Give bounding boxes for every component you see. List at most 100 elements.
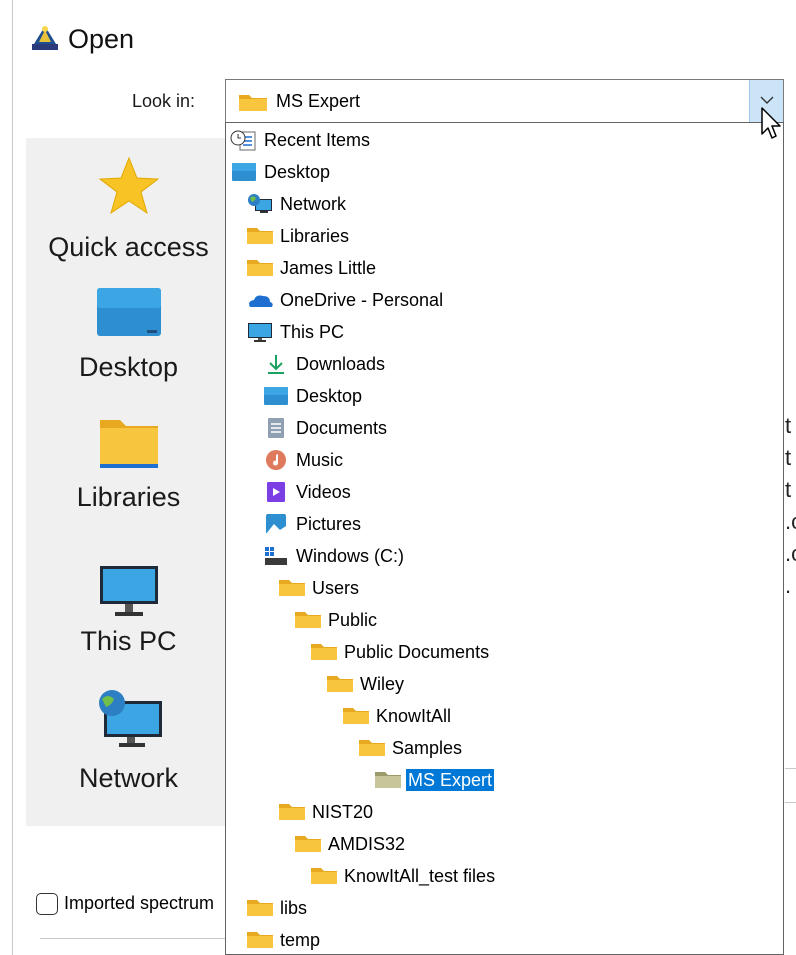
look-in-label: Look in:: [132, 91, 196, 111]
folder-icon: [247, 228, 273, 244]
dropdown-item[interactable]: Documents: [226, 411, 783, 443]
dropdown-item[interactable]: Desktop: [226, 379, 783, 411]
dropdown-item[interactable]: Windows (C:): [226, 539, 783, 571]
chevron-down-icon: [760, 96, 774, 104]
dropdown-item[interactable]: James Little: [226, 251, 783, 283]
dropdown-item-label: Windows (C:): [296, 546, 405, 566]
dropdown-item-label: NIST20: [312, 802, 374, 822]
drive-icon: [265, 547, 287, 565]
dropdown-item[interactable]: Samples: [226, 731, 783, 763]
dropdown-item[interactable]: Libraries: [226, 219, 783, 251]
dropdown-item-label: Videos: [296, 482, 351, 502]
folder-icon: [311, 644, 337, 660]
pictures-icon: [266, 514, 286, 534]
dropdown-item[interactable]: Videos: [226, 475, 783, 507]
folder-icon: [295, 612, 321, 628]
dropdown-item-label: This PC: [280, 322, 345, 342]
dropdown-item-label: Recent Items: [264, 130, 371, 150]
background-text: t: [785, 445, 792, 470]
dropdown-item-label: KnowItAll_test files: [344, 866, 496, 886]
dropdown-item[interactable]: NIST20: [226, 795, 783, 827]
place-quick-access[interactable]: Quick access: [26, 148, 231, 268]
folder-icon: [247, 900, 273, 916]
dropdown-item[interactable]: Users: [226, 571, 783, 603]
monitor-icon: [248, 323, 272, 342]
folder-icon: [359, 740, 385, 756]
dropdown-item-label: libs: [280, 898, 308, 918]
monitor-icon: [99, 566, 158, 616]
look-in-dropdown-list: Recent Items Desktop Network Libraries James…: [225, 122, 784, 955]
network-icon: [248, 194, 272, 213]
dropdown-item-label: temp: [280, 930, 321, 950]
folder-icon: [247, 932, 273, 948]
dropdown-item[interactable]: Public Documents: [226, 635, 783, 667]
window-border: [12, 0, 13, 955]
dropdown-item[interactable]: This PC: [226, 315, 783, 347]
dropdown-item[interactable]: OneDrive - Personal: [226, 283, 783, 315]
dropdown-item-label: Wiley: [360, 674, 404, 694]
dropdown-item-label: Music: [296, 450, 344, 470]
dropdown-item-label: Public: [328, 610, 378, 630]
folder-icon: [327, 676, 353, 692]
downloads-icon: [268, 355, 284, 374]
dropdown-item[interactable]: Network: [226, 187, 783, 219]
look-in-combobox[interactable]: MS Expert: [225, 79, 784, 123]
divider: [785, 768, 796, 769]
dropdown-item[interactable]: MS Expert: [226, 763, 783, 795]
folder-icon: [279, 580, 305, 596]
place-this-pc[interactable]: This PC: [26, 558, 231, 678]
dropdown-item[interactable]: Pictures: [226, 507, 783, 539]
divider: [785, 802, 796, 803]
place-network[interactable]: Network: [26, 683, 231, 813]
dropdown-item[interactable]: Downloads: [226, 347, 783, 379]
folder-icon: [343, 708, 369, 724]
network-icon: [98, 690, 162, 747]
dropdown-item-label: Users: [312, 578, 360, 598]
dropdown-item[interactable]: Music: [226, 443, 783, 475]
dropdown-item[interactable]: KnowItAll: [226, 699, 783, 731]
background-text: .c: [785, 541, 796, 566]
dropdown-item[interactable]: Desktop: [226, 155, 783, 187]
desktop-icon: [232, 163, 256, 181]
folder-icon: [239, 95, 267, 111]
imported-spectrum-checkbox[interactable]: [36, 893, 58, 915]
place-label: Desktop: [78, 352, 179, 382]
place-label: Network: [78, 763, 179, 793]
documents-icon: [268, 418, 284, 438]
look-in-value: MS Expert: [276, 91, 361, 111]
dropdown-item-label: KnowItAll: [376, 706, 452, 726]
folder-icon: [247, 260, 273, 276]
music-icon: [266, 450, 286, 470]
recent-items-icon: [230, 130, 256, 151]
dropdown-item[interactable]: KnowItAll_test files: [226, 859, 783, 891]
background-text: .: [785, 573, 792, 598]
place-label: This PC: [80, 626, 177, 656]
folder-icon: [295, 836, 321, 852]
desktop-icon: [264, 387, 288, 405]
dropdown-item-label: Public Documents: [344, 642, 490, 662]
place-desktop[interactable]: Desktop: [26, 278, 231, 398]
window-title: Open: [68, 24, 135, 54]
dropdown-item[interactable]: Public: [226, 603, 783, 635]
background-text: .c: [785, 509, 796, 534]
dropdown-item[interactable]: temp: [226, 923, 783, 954]
desktop-icon: [96, 288, 161, 336]
dropdown-item[interactable]: AMDIS32: [226, 827, 783, 859]
dropdown-item-label: Desktop: [296, 386, 363, 406]
folder-open-icon: [375, 772, 401, 788]
dropdown-item-label: Libraries: [280, 226, 350, 246]
dropdown-item[interactable]: Recent Items: [226, 123, 783, 155]
dropdown-item[interactable]: libs: [226, 891, 783, 923]
videos-icon: [267, 482, 285, 502]
divider: [40, 938, 225, 939]
dropdown-item[interactable]: Wiley: [226, 667, 783, 699]
folder-icon: [279, 804, 305, 820]
onedrive-icon: [249, 295, 273, 307]
dropdown-item-label: MS Expert: [406, 769, 495, 791]
dropdown-item-label: Downloads: [296, 354, 386, 374]
imported-spectrum-label: Imported spectrum: [64, 893, 215, 913]
place-label: Libraries: [76, 482, 181, 512]
place-libraries[interactable]: Libraries: [26, 408, 231, 528]
background-text: t: [785, 413, 792, 438]
star-icon: [98, 156, 159, 215]
